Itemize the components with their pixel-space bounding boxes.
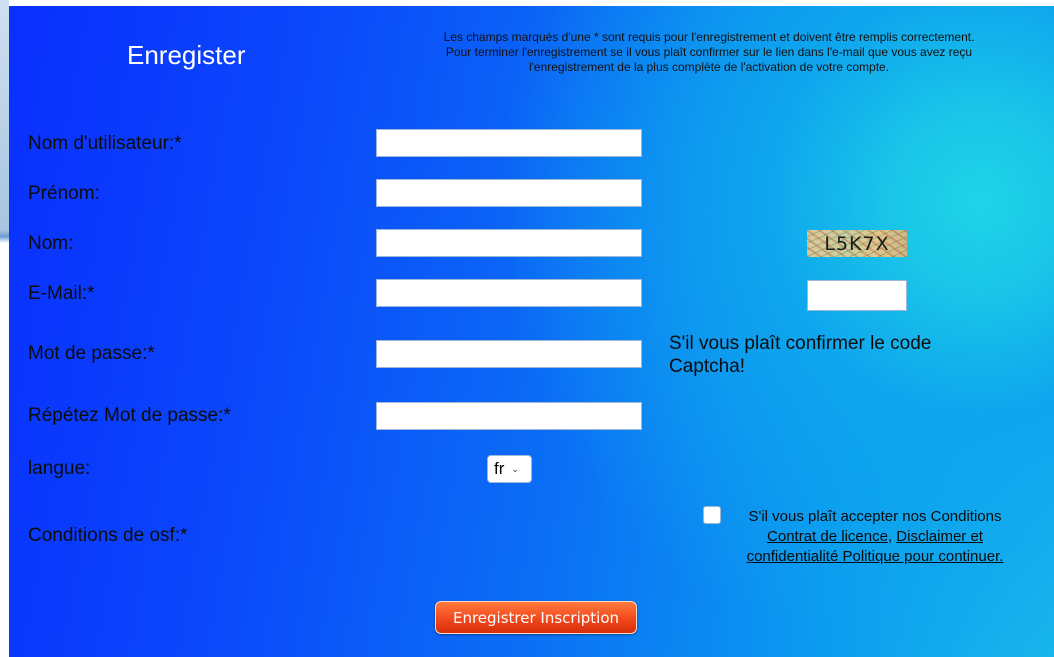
lastname-input[interactable] (376, 229, 642, 257)
captcha-image: L5K7X (807, 230, 907, 257)
captcha-prompt: S'il vous plaît confirmer le code Captch… (669, 333, 932, 377)
license-agreement-link[interactable]: Contrat de licence (767, 528, 888, 545)
firstname-label: Prénom: (28, 183, 100, 204)
language-select[interactable]: fr ⌄ (487, 455, 532, 483)
required-fields-notice: Les champs marqués d'une * sont requis p… (379, 30, 1039, 75)
terms-separator: , (887, 528, 893, 545)
username-input[interactable] (376, 129, 642, 157)
username-label: Nom d'utilisateur:* (28, 133, 182, 154)
password-input[interactable] (376, 340, 642, 368)
register-submit-button[interactable]: Enregistrer Inscription (435, 601, 637, 634)
password-label: Mot de passe:* (28, 343, 155, 364)
language-label: langue: (28, 458, 91, 479)
password-repeat-label: Répétez Mot de passe:* (28, 405, 231, 426)
email-input[interactable] (376, 279, 642, 307)
lastname-label: Nom: (28, 233, 74, 254)
chevron-down-icon: ⌄ (511, 463, 519, 474)
terms-label: Conditions de osf:* (28, 525, 188, 546)
notice-line-2: Pour terminer l'enregistrement se il vou… (445, 45, 973, 59)
notice-line-3: l'enregistrement de la plus complète de … (528, 60, 890, 74)
email-label: E-Mail:* (28, 283, 95, 304)
password-repeat-input[interactable] (376, 402, 642, 430)
terms-text: S'il vous plaît accepter nos Conditions … (725, 507, 1025, 567)
registration-panel: Enregister Les champs marqués d'une * so… (9, 6, 1054, 657)
firstname-input[interactable] (376, 179, 642, 207)
notice-line-1: Les champs marqués d'une * sont requis p… (443, 30, 975, 44)
terms-intro: S'il vous plaît accepter nos Conditions (748, 508, 1002, 525)
left-edge-strip (0, 0, 9, 657)
page-title: Enregister (127, 40, 246, 70)
language-selected-value: fr (494, 459, 505, 478)
captcha-input[interactable] (807, 280, 907, 311)
terms-checkbox[interactable] (703, 506, 721, 524)
